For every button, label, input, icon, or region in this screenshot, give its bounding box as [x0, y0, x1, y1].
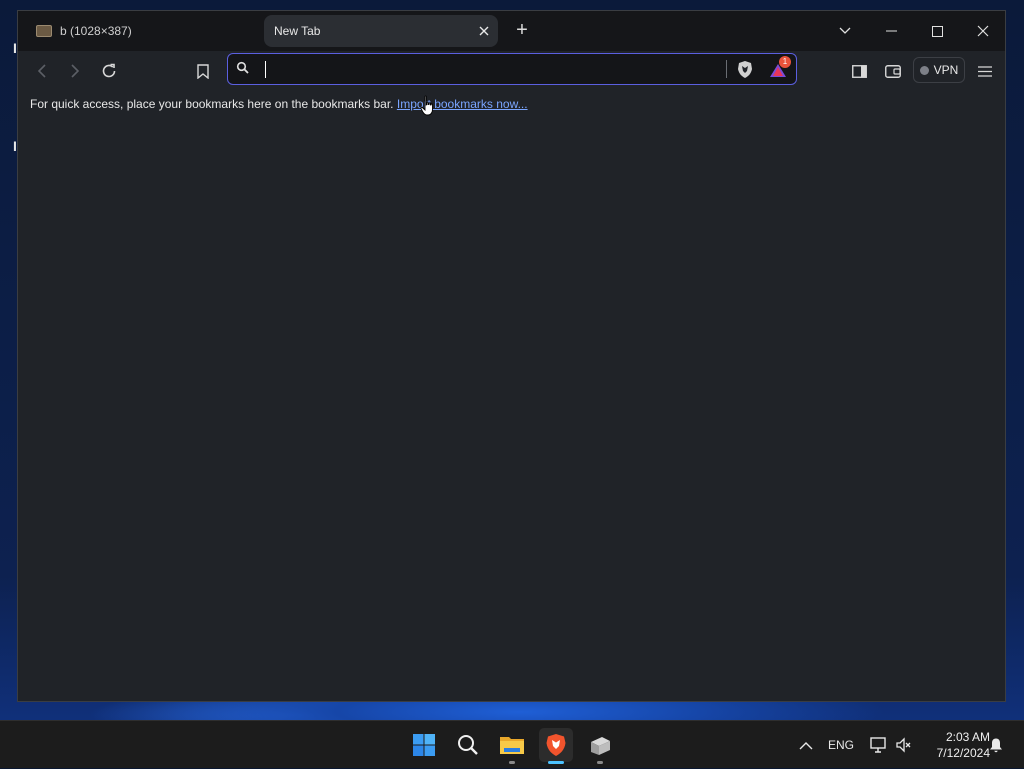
language-indicator[interactable]: ENG — [828, 721, 854, 769]
search-icon — [458, 735, 478, 755]
clock-time: 2:03 AM — [945, 730, 990, 744]
hamburger-menu-icon[interactable] — [971, 57, 999, 85]
tab-title: New Tab — [274, 24, 321, 38]
close-tab-icon[interactable] — [476, 23, 492, 39]
close-window-button[interactable] — [960, 11, 1006, 51]
tab-search-chevron-down-icon[interactable] — [822, 11, 868, 51]
file-explorer-icon — [500, 737, 524, 754]
start-button[interactable] — [407, 728, 441, 762]
start-icon — [413, 734, 435, 756]
brave-browser-icon — [546, 734, 566, 756]
app-icon — [591, 737, 610, 755]
show-hidden-icons-chevron-up-icon[interactable] — [799, 721, 813, 769]
running-indicator — [597, 761, 603, 764]
vpn-label: VPN — [933, 63, 959, 77]
bookmarks-bar: For quick access, place your bookmarks h… — [30, 97, 528, 111]
network-icon[interactable] — [870, 721, 888, 769]
tab-strip: b (1028×387) New Tab + — [18, 11, 1005, 51]
text-caret — [265, 61, 266, 78]
back-button[interactable] — [28, 57, 56, 85]
active-indicator — [548, 761, 564, 764]
image-favicon-icon — [36, 25, 52, 37]
vpn-button[interactable]: VPN — [913, 57, 965, 83]
bookmark-icon[interactable] — [189, 57, 217, 85]
wallet-icon[interactable] — [879, 57, 907, 85]
new-tab-button[interactable]: + — [511, 19, 533, 41]
vpn-status-icon — [919, 65, 929, 75]
bookmarks-bar-message: For quick access, place your bookmarks h… — [30, 97, 394, 111]
search-icon — [236, 61, 250, 80]
clock-date: 7/12/2024 — [936, 746, 990, 760]
taskbar-search-button[interactable] — [451, 728, 485, 762]
maximize-button[interactable] — [914, 11, 960, 51]
volume-muted-icon[interactable] — [896, 721, 912, 769]
minimize-button[interactable] — [868, 11, 914, 51]
brave-shields-icon[interactable] — [736, 60, 754, 84]
omnibox-divider — [726, 60, 727, 78]
browser-window: b (1028×387) New Tab + 1 VPN For quick a… — [17, 10, 1006, 702]
tab-image[interactable]: b (1028×387) — [26, 15, 256, 47]
clock[interactable]: 2:03 AM 7/12/2024 — [916, 729, 990, 761]
hand-pointer-cursor-icon — [420, 95, 436, 122]
taskbar: ENG 2:03 AM 7/12/2024 — [0, 720, 1024, 768]
running-indicator — [509, 761, 515, 764]
address-bar[interactable]: 1 — [227, 53, 797, 85]
import-bookmarks-link[interactable]: Import bookmarks now... — [397, 97, 528, 111]
rewards-badge: 1 — [779, 56, 791, 68]
brave-browser-button[interactable] — [539, 728, 573, 764]
address-input[interactable] — [262, 59, 726, 81]
file-explorer-button[interactable] — [495, 728, 529, 764]
sidebar-toggle-icon[interactable] — [845, 57, 873, 85]
forward-button[interactable] — [61, 57, 89, 85]
app-button[interactable] — [583, 728, 617, 764]
notifications-bell-icon[interactable] — [988, 721, 1004, 769]
brave-rewards-icon[interactable]: 1 — [769, 56, 791, 85]
reload-button[interactable] — [95, 57, 123, 85]
tab-new-tab[interactable]: New Tab — [264, 15, 498, 47]
tab-title: b (1028×387) — [60, 24, 132, 38]
